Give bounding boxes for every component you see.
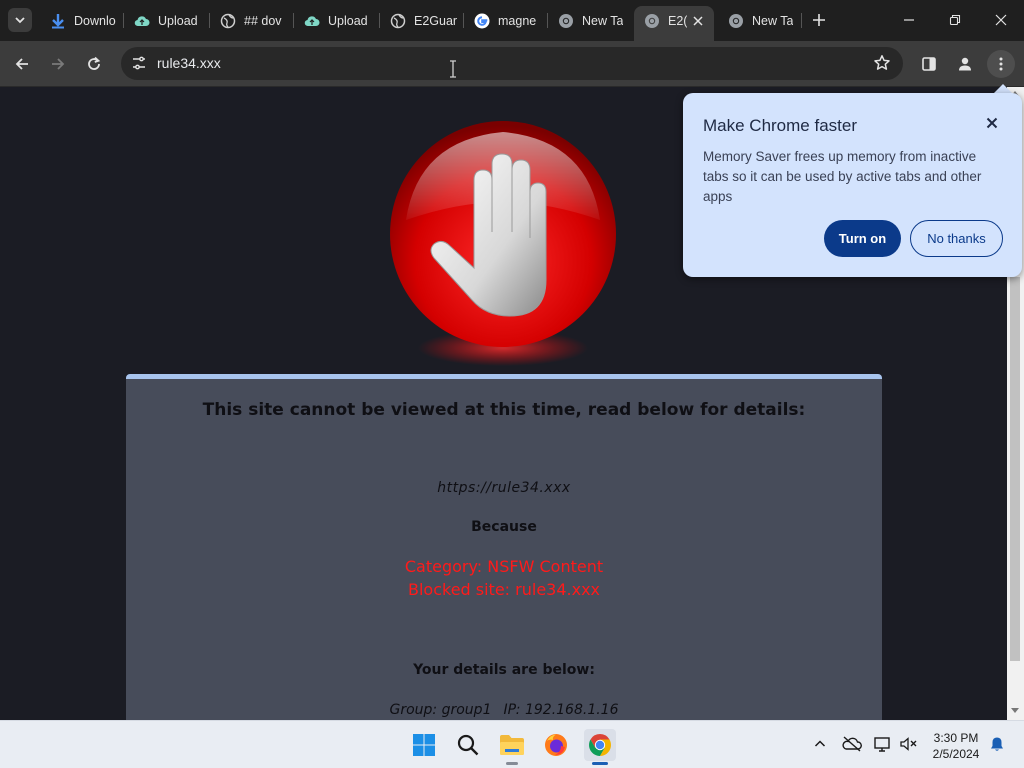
google-icon [474, 13, 490, 29]
network-icon[interactable] [872, 733, 894, 755]
tab-title: E2Guar [414, 13, 458, 28]
tab-title: Upload [158, 13, 198, 28]
notification-bell-icon[interactable] [986, 733, 1008, 755]
tab-e2-active[interactable]: E2( [634, 6, 714, 41]
tab-strip: Downlo Upload ## dov Upload E2Guar magne [0, 0, 1024, 41]
globe-icon [220, 13, 236, 29]
address-text[interactable]: rule34.xxx [157, 55, 221, 71]
tab-new-2[interactable]: New Ta [718, 6, 802, 35]
globe-icon [390, 13, 406, 29]
group-value: Group: group1 [389, 702, 492, 718]
firefox-icon[interactable] [540, 729, 572, 761]
windows-taskbar: 3:30 PM 2/5/2024 [0, 720, 1024, 768]
no-thanks-button[interactable]: No thanks [910, 220, 1003, 257]
arrow-left-icon [15, 58, 28, 70]
tab-close-icon[interactable] [692, 15, 704, 27]
close-window-button[interactable] [978, 0, 1024, 40]
forward-button[interactable] [44, 50, 72, 78]
minimize-button[interactable] [886, 0, 932, 40]
profile-icon [959, 57, 971, 71]
side-panel-button[interactable] [915, 50, 943, 78]
restore-icon [949, 14, 961, 26]
close-icon[interactable] [984, 115, 1000, 131]
tab-new-1[interactable]: New Ta [548, 6, 634, 35]
close-icon [995, 14, 1007, 26]
memory-saver-popup: Make Chrome faster Memory Saver frees up… [683, 93, 1022, 277]
tab-magnet[interactable]: magne [464, 6, 548, 35]
tab-title: Upload [328, 13, 368, 28]
onedrive-offline-icon[interactable] [841, 733, 863, 755]
clock-time: 3:30 PM [933, 731, 979, 745]
user-details: Group: group1 IP: 192.168.1.16 [126, 702, 882, 718]
bookmark-star-icon[interactable] [873, 54, 891, 72]
tab-title: E2( [668, 13, 688, 28]
clock-date: 2/5/2024 [932, 747, 980, 761]
tab-e2guardian[interactable]: E2Guar [380, 6, 464, 35]
cloud-icon [304, 13, 320, 29]
site-info-icon[interactable] [129, 53, 149, 73]
tab-title: New Ta [582, 13, 624, 28]
chevron-up-icon[interactable] [809, 733, 831, 755]
file-explorer-icon[interactable] [496, 729, 528, 765]
tab-upload-2[interactable]: Upload [294, 6, 380, 35]
browser-toolbar: rule34.xxx [0, 41, 1024, 87]
tab-download[interactable]: Downlo [40, 6, 124, 35]
blocked-url: https://rule34.xxx [437, 480, 571, 496]
back-button[interactable] [8, 50, 36, 78]
running-indicator [506, 762, 518, 765]
ip-value: IP: 192.168.1.16 [503, 702, 619, 718]
windows-start-icon[interactable] [408, 729, 440, 761]
address-bar[interactable]: rule34.xxx [121, 47, 903, 80]
block-category: Category: NSFW Content [404, 557, 604, 576]
tab-doc[interactable]: ## dov [210, 6, 294, 35]
plus-icon [813, 14, 825, 26]
scroll-down-icon[interactable] [1011, 708, 1019, 713]
chrome-icon [644, 13, 660, 29]
turn-on-button[interactable]: Turn on [824, 220, 901, 257]
minimize-icon [904, 19, 914, 21]
tab-title: magne [498, 13, 537, 28]
text-cursor-icon [450, 60, 456, 78]
blocked-site: Blocked site: rule34.xxx [407, 580, 601, 599]
stop-hand-icon [390, 121, 616, 366]
popup-body: Memory Saver frees up memory from inacti… [703, 149, 982, 204]
cloud-icon [134, 13, 150, 29]
scroll-thumb[interactable] [1010, 277, 1020, 661]
volume-muted-icon[interactable] [898, 733, 920, 755]
restore-button[interactable] [932, 0, 978, 40]
reload-icon [88, 56, 101, 70]
profile-button[interactable] [951, 50, 979, 78]
system-clock[interactable]: 3:30 PM 2/5/2024 [926, 730, 986, 762]
chrome-icon[interactable] [584, 729, 616, 765]
block-notice-panel: This site cannot be viewed at this time,… [126, 374, 882, 720]
reload-button[interactable] [80, 50, 108, 78]
chevron-down-icon [15, 17, 25, 24]
block-headline: This site cannot be viewed at this time,… [202, 400, 806, 420]
details-heading: Your details are below: [413, 662, 595, 678]
tab-title: New Ta [752, 13, 794, 28]
tab-upload-1[interactable]: Upload [124, 6, 210, 35]
chrome-menu-button[interactable] [987, 50, 1015, 78]
active-app-indicator [592, 762, 608, 765]
more-vert-icon [999, 57, 1003, 71]
popup-title: Make Chrome faster [703, 116, 857, 135]
download-icon [50, 13, 66, 29]
chrome-icon [558, 13, 574, 29]
arrow-right-icon [52, 58, 65, 70]
search-icon[interactable] [452, 729, 484, 761]
tab-title: ## dov [244, 13, 282, 28]
tab-title: Downlo [74, 13, 116, 28]
tab-search-button[interactable] [8, 8, 32, 32]
side-panel-icon [922, 57, 936, 71]
because-label: Because [471, 519, 537, 535]
chrome-icon [728, 13, 744, 29]
new-tab-button[interactable] [807, 8, 831, 32]
